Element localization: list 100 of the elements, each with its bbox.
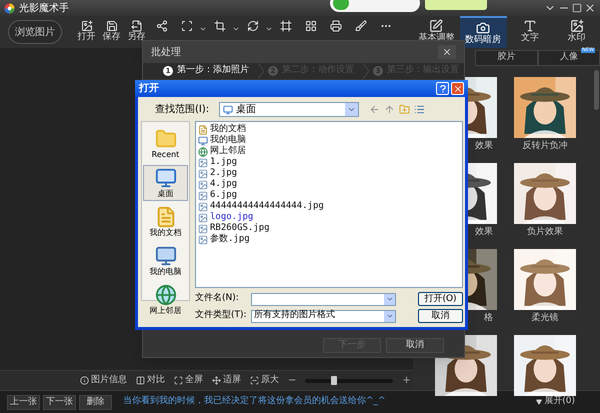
file-item[interactable]: logo.jpg bbox=[198, 212, 462, 223]
effect-label: 负片效果 bbox=[527, 226, 563, 238]
globe-icon bbox=[198, 146, 208, 156]
nav-button[interactable]: 上一张 bbox=[7, 394, 40, 410]
cancel-button[interactable]: 取消 bbox=[418, 309, 463, 323]
zoom-out-button[interactable]: − bbox=[288, 373, 296, 388]
effect-label: 效果 bbox=[475, 226, 493, 238]
compare-icon bbox=[136, 376, 145, 385]
caret-icon bbox=[536, 399, 542, 405]
open-button[interactable]: 打开(O) bbox=[418, 292, 463, 306]
sub-tab[interactable]: 胶片 bbox=[475, 50, 538, 66]
fullscreen-icon bbox=[174, 376, 183, 385]
effect-label: 反转片负冲 bbox=[522, 140, 568, 152]
main-tab[interactable]: 数码暗房 bbox=[460, 16, 506, 48]
toolbar-button[interactable]: 保存 bbox=[99, 17, 124, 47]
file-item[interactable]: 1.jpg bbox=[198, 157, 462, 168]
effect-label: 柔光镜 bbox=[532, 312, 558, 324]
fit-icon bbox=[212, 376, 221, 385]
nav-button[interactable]: 下一张 bbox=[43, 394, 76, 410]
document-icon bbox=[198, 124, 208, 134]
app-logo-icon bbox=[4, 2, 15, 14]
nav-button[interactable]: 删除 bbox=[79, 394, 112, 410]
look-in-label: 查找范围(I): bbox=[155, 102, 210, 117]
image-file-icon bbox=[198, 212, 208, 222]
image-file-icon bbox=[198, 168, 208, 178]
close-icon[interactable] bbox=[584, 2, 596, 14]
monitor-icon bbox=[154, 167, 176, 189]
actual-size-icon bbox=[250, 376, 259, 385]
image-file-icon bbox=[198, 224, 208, 234]
place-item[interactable]: 网上邻居 bbox=[143, 282, 188, 318]
caret-icon[interactable] bbox=[199, 25, 207, 33]
file-item[interactable]: 网上邻居 bbox=[198, 146, 462, 157]
file-item[interactable]: 参数.jpg bbox=[198, 234, 462, 245]
place-item[interactable]: Recent bbox=[143, 126, 188, 162]
view-button[interactable]: 全屏 bbox=[174, 374, 203, 388]
monitor-icon bbox=[223, 104, 233, 114]
frame-icon bbox=[280, 20, 292, 32]
folder-icon bbox=[154, 128, 176, 150]
file-name-field[interactable] bbox=[251, 292, 396, 306]
file-item[interactable]: RB260GS.jpg bbox=[198, 223, 462, 234]
file-item[interactable]: 4.jpg bbox=[198, 179, 462, 190]
place-item[interactable]: 我的电脑 bbox=[143, 243, 188, 279]
browse-button[interactable]: 浏览图片 bbox=[8, 20, 62, 44]
file-item[interactable]: 我的文档 bbox=[198, 124, 462, 135]
file-name-label: 文件名(N): bbox=[195, 292, 240, 306]
place-item[interactable]: 桌面 bbox=[143, 165, 188, 201]
view-button[interactable]: 图片信息 bbox=[80, 374, 127, 388]
caret-icon bbox=[386, 312, 394, 320]
image-plus-icon bbox=[80, 20, 92, 32]
zoom-slider[interactable] bbox=[305, 376, 394, 386]
effect-label: 效果 bbox=[475, 140, 493, 152]
save-icon bbox=[106, 20, 118, 32]
image-file-icon bbox=[198, 180, 208, 190]
view-button[interactable]: 对比 bbox=[136, 374, 165, 388]
look-in-dropdown[interactable]: 桌面 bbox=[219, 102, 359, 117]
image-plus-icon bbox=[570, 19, 584, 33]
view-button[interactable]: 适屏 bbox=[212, 374, 241, 388]
slider-thumb[interactable] bbox=[330, 376, 337, 385]
printer-icon bbox=[330, 20, 342, 32]
image-file-icon bbox=[198, 158, 208, 168]
brush-icon bbox=[354, 20, 366, 32]
close-button[interactable] bbox=[438, 45, 456, 59]
caret-icon[interactable] bbox=[265, 25, 273, 33]
file-item[interactable]: 我的电脑 bbox=[198, 135, 462, 146]
toolbar-button[interactable]: 另存 bbox=[124, 17, 149, 47]
maximize-icon[interactable] bbox=[572, 3, 582, 13]
grid-icon bbox=[304, 20, 316, 32]
help-button[interactable] bbox=[436, 82, 449, 95]
close-button[interactable] bbox=[451, 82, 464, 95]
image-file-icon bbox=[198, 190, 208, 200]
rotate-icon bbox=[246, 20, 258, 32]
share-icon bbox=[156, 20, 168, 32]
file-item[interactable]: 2.jpg bbox=[198, 168, 462, 179]
image-file-icon bbox=[198, 202, 208, 212]
file-item[interactable]: 44444444444444444.jpg bbox=[198, 201, 462, 212]
dialog-title: 打开 bbox=[139, 82, 159, 96]
close-icon bbox=[442, 47, 452, 57]
place-item[interactable]: 我的文档 bbox=[143, 204, 188, 240]
help-icon bbox=[440, 84, 446, 92]
expand-button[interactable]: 展开(0) bbox=[536, 395, 575, 409]
scrollbar[interactable] bbox=[594, 70, 599, 110]
export-icon bbox=[130, 20, 142, 32]
file-item[interactable]: 6.jpg bbox=[198, 190, 462, 201]
status-message: 当你看到我的时候，我已经决定了将这份拿会员的机会送给你^_^ bbox=[123, 395, 386, 408]
zoom-in-button[interactable]: + bbox=[402, 373, 411, 388]
view-menu-icon[interactable] bbox=[414, 104, 425, 115]
resize-icon bbox=[180, 20, 192, 32]
dialog-button[interactable]: 取消 bbox=[386, 338, 444, 353]
promo-banner bbox=[425, 0, 487, 10]
toolbar-button[interactable]: 打开 bbox=[74, 17, 99, 47]
main-tab[interactable]: 文字 bbox=[506, 16, 554, 48]
computer-icon bbox=[154, 245, 176, 267]
camera-icon bbox=[476, 21, 490, 35]
edit-icon bbox=[429, 19, 444, 33]
caret-icon[interactable] bbox=[232, 25, 240, 33]
main-tab[interactable]: 水印 bbox=[553, 16, 600, 48]
view-button[interactable]: 原大 bbox=[250, 374, 279, 388]
crop-icon bbox=[214, 20, 226, 32]
file-type-dropdown[interactable]: 所有支持的图片格式 bbox=[251, 310, 396, 322]
file-type-label: 文件类型(T): bbox=[195, 309, 248, 322]
